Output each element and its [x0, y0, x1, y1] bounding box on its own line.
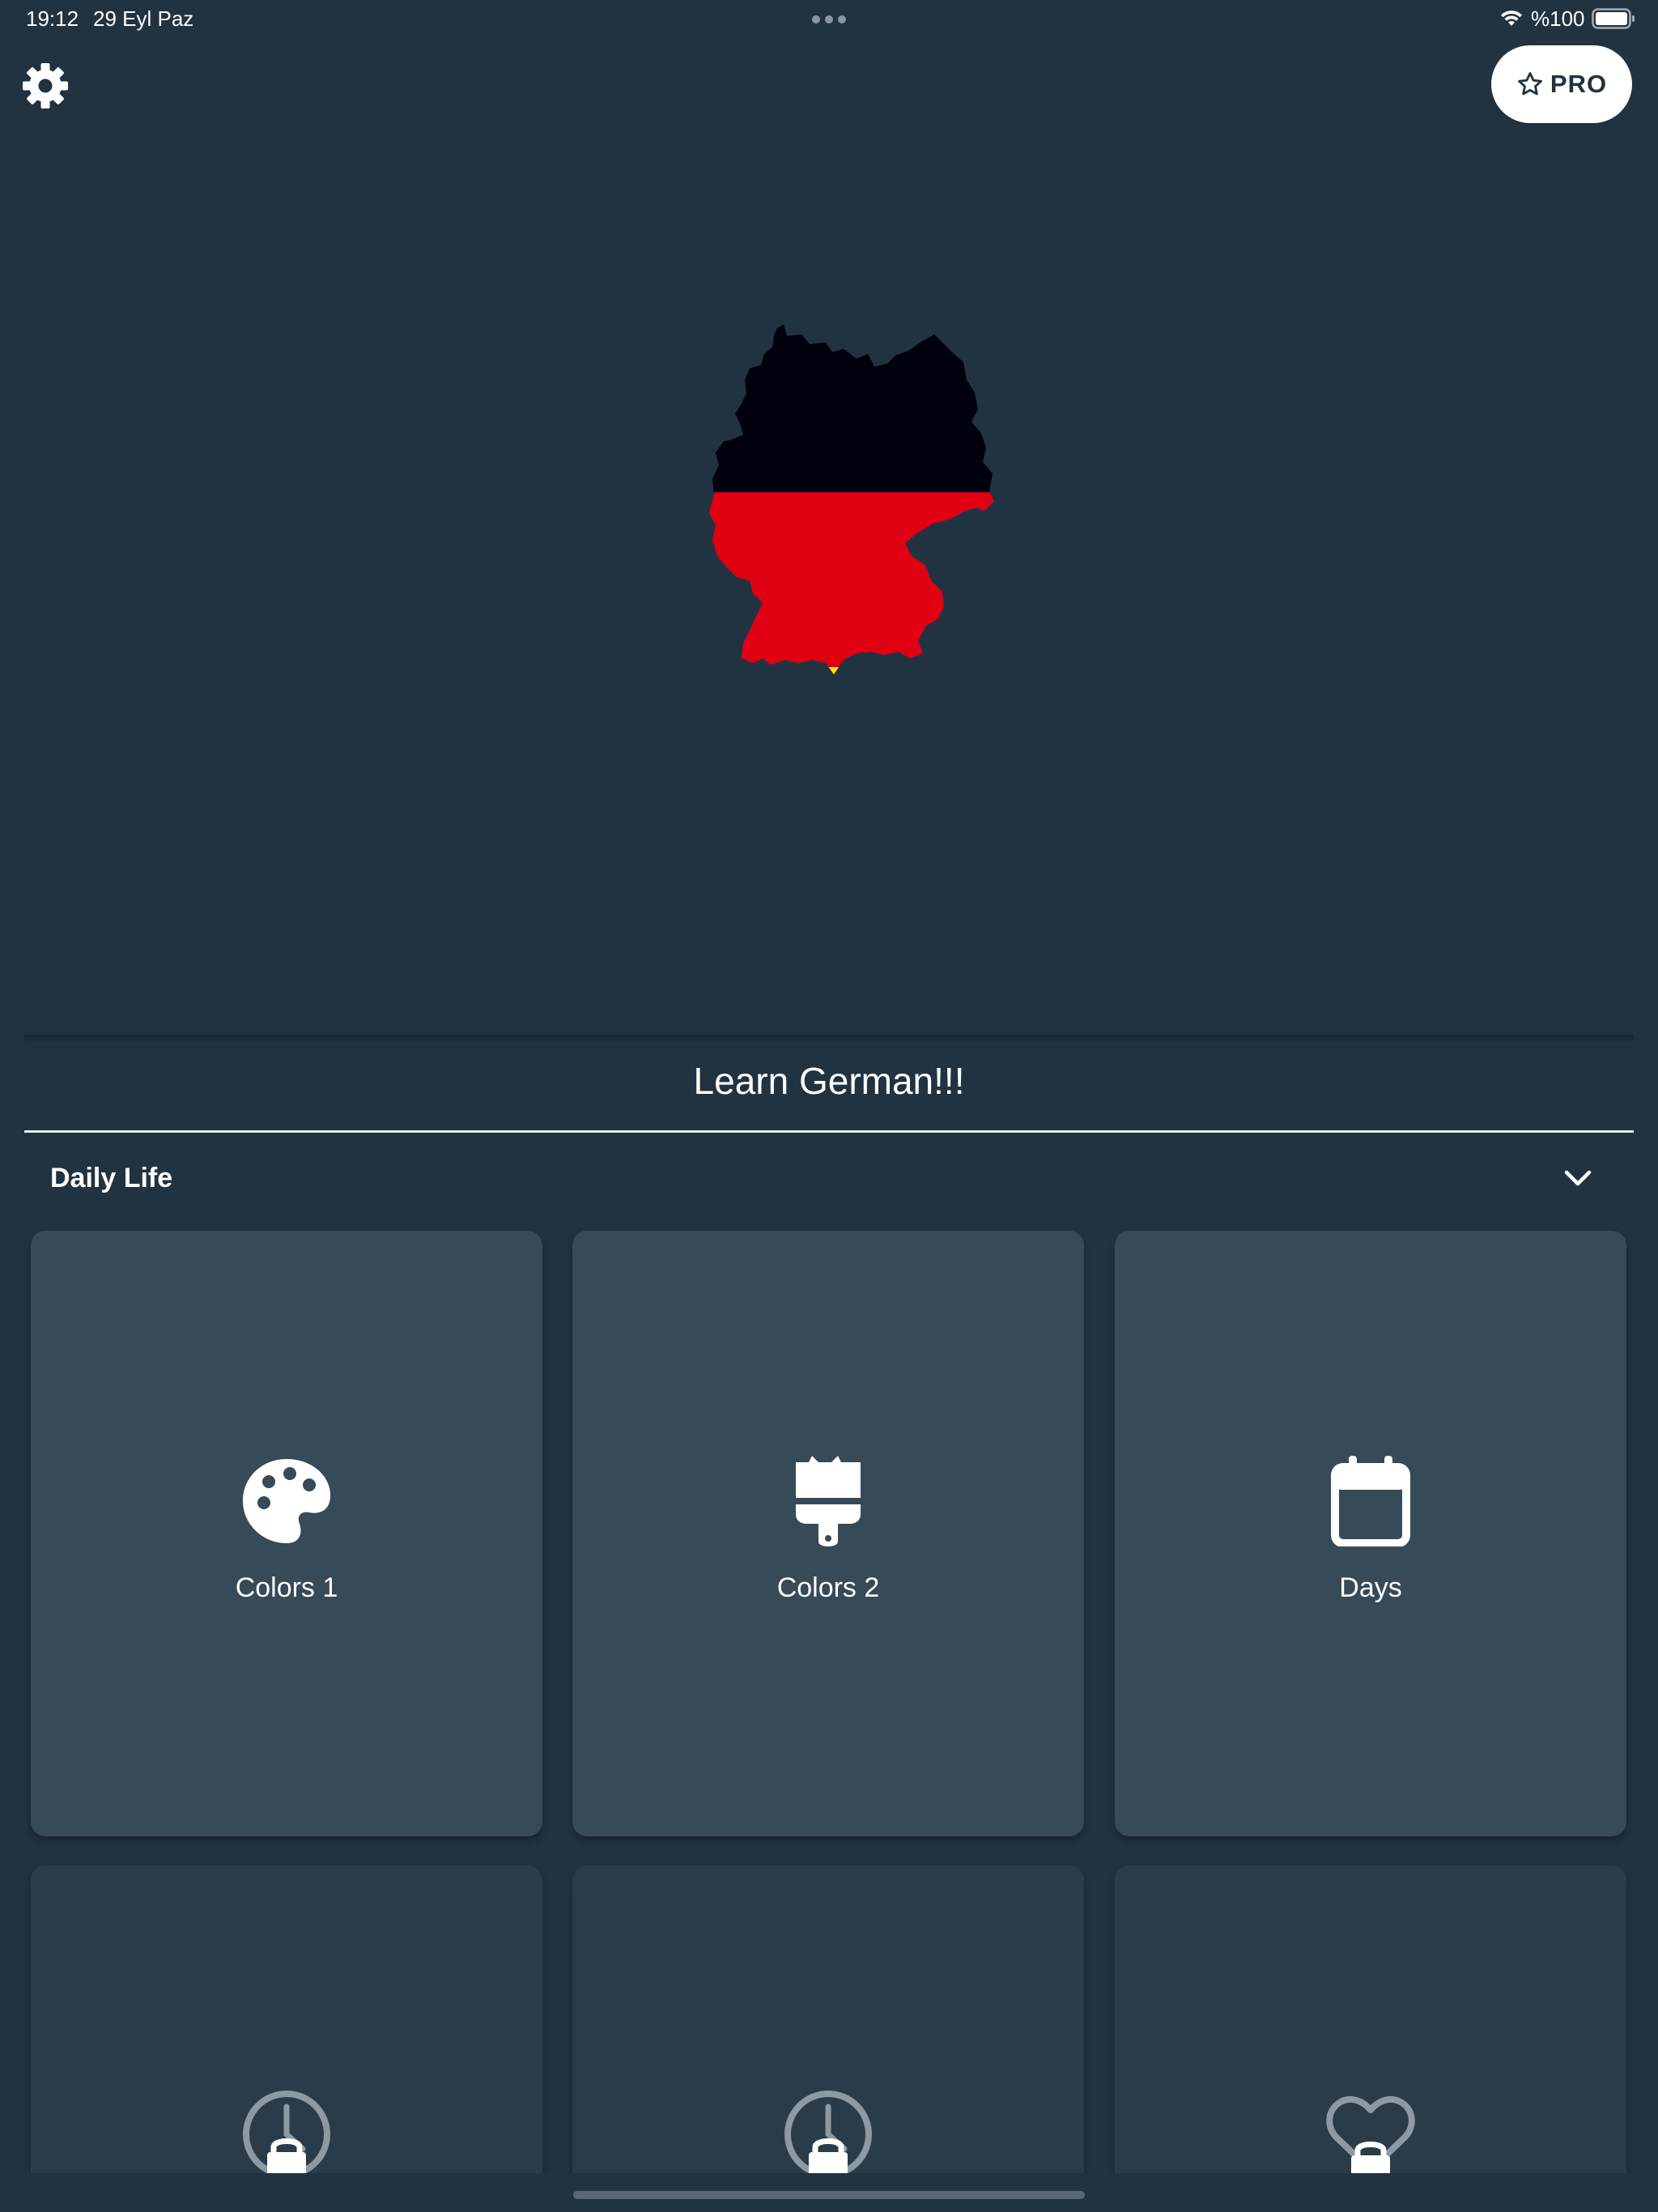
card-locked-1[interactable]: [31, 1865, 542, 2206]
clock-lock-icon: [243, 2091, 330, 2180]
status-date: 29 Eyl Paz: [93, 6, 194, 31]
card-label: Days: [1339, 1572, 1402, 1603]
chevron-down-icon[interactable]: [1562, 1166, 1593, 1190]
section-title: Daily Life: [50, 1163, 173, 1193]
section-header-daily-life[interactable]: Daily Life: [24, 1143, 1634, 1213]
card-locked-2[interactable]: [572, 1865, 1084, 2206]
gear-icon[interactable]: [21, 62, 70, 110]
status-time: 19:12: [26, 6, 79, 31]
page-title: Learn German!!!: [693, 1060, 965, 1102]
card-locked-3[interactable]: [1115, 1865, 1626, 2206]
title-divider: [24, 1130, 1634, 1133]
battery-icon: [1592, 8, 1635, 29]
calendar-icon: [1331, 1456, 1410, 1546]
card-days[interactable]: Days: [1115, 1231, 1626, 1836]
app-screen: 19:12 29 Eyl Paz %100 PRO Learn German!!…: [0, 0, 1658, 2212]
card-label: Colors 1: [235, 1572, 338, 1603]
card-label: Colors 2: [776, 1572, 880, 1603]
card-colors-2[interactable]: Colors 2: [572, 1231, 1084, 1836]
title-shadow: [24, 1035, 1634, 1044]
germany-flag-map-image: [709, 325, 994, 674]
multitasking-dots-icon[interactable]: [811, 15, 847, 24]
status-bar: 19:12 29 Eyl Paz %100: [0, 0, 1658, 39]
card-colors-1[interactable]: Colors 1: [31, 1231, 542, 1836]
palette-icon: [243, 1459, 331, 1543]
heart-lock-icon: [1326, 2095, 1415, 2180]
star-outline-icon: [1518, 72, 1542, 96]
wifi-icon: [1501, 11, 1522, 26]
home-indicator[interactable]: [573, 2191, 1085, 2199]
clock-lock-icon: [784, 2091, 872, 2180]
pro-label: PRO: [1550, 70, 1608, 98]
battery-percentage: %100: [1531, 6, 1585, 31]
pro-button[interactable]: PRO: [1491, 45, 1632, 123]
paint-brush-icon: [796, 1456, 861, 1546]
